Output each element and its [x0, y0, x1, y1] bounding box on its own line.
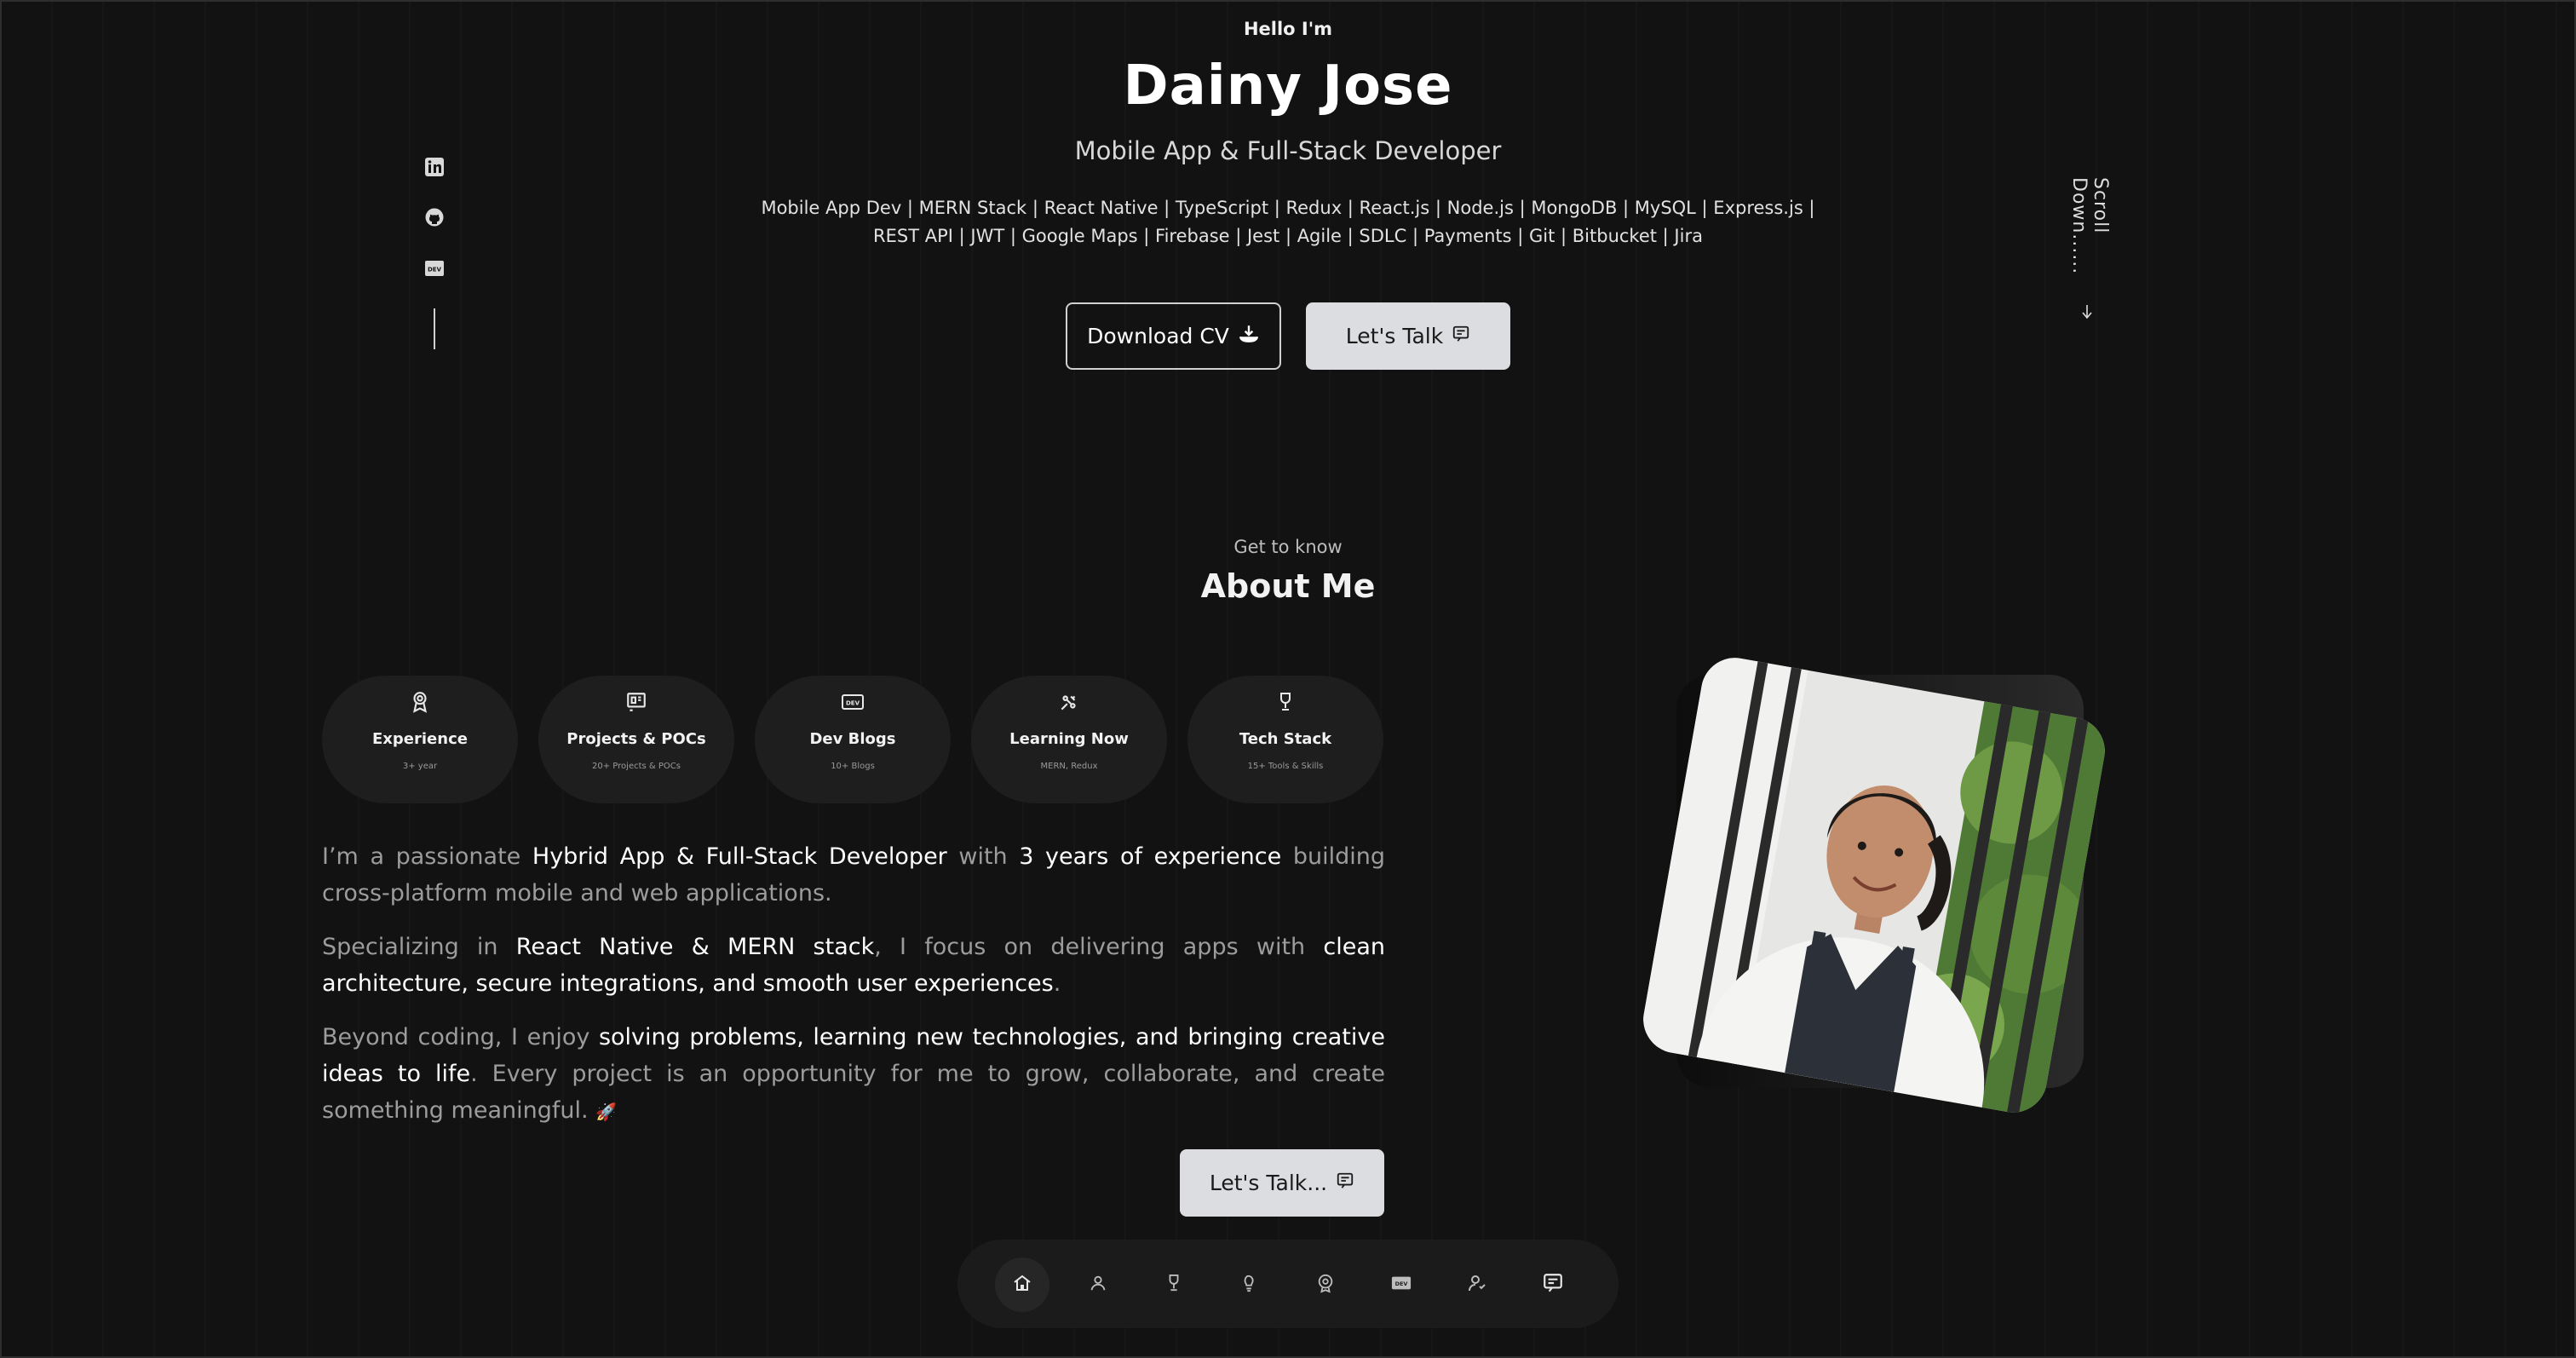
experience-card: Experience 3+ year [322, 676, 518, 803]
dev-icon: DEV [840, 689, 865, 715]
download-cv-label: Download CV [1087, 324, 1229, 348]
about-subtitle: Get to know [1233, 537, 1343, 557]
home-icon [1012, 1273, 1032, 1297]
linkedin-icon [424, 157, 445, 181]
bio-paragraph: Specializing in React Native & MERN stac… [322, 929, 1385, 1002]
contact-user-icon [1467, 1273, 1487, 1297]
dev-icon: DEV [1391, 1274, 1412, 1296]
card-subtitle: 3+ year [402, 762, 438, 771]
lets-talk-about-button[interactable]: Let's Talk... [1180, 1149, 1384, 1217]
bottom-nav: DEV [957, 1240, 1619, 1328]
card-subtitle: MERN, Redux [1040, 762, 1098, 771]
projects-icon [624, 689, 649, 715]
nav-about[interactable] [1071, 1257, 1125, 1312]
github-icon [424, 207, 445, 231]
github-link[interactable] [423, 207, 446, 231]
nav-contact-info[interactable] [1450, 1257, 1504, 1312]
bio-text: Specializing in [322, 934, 516, 960]
learning-icon [1240, 1273, 1259, 1297]
bio-text: Beyond coding, I enjoy [322, 1024, 599, 1050]
tech-stack-card: Tech Stack 15+ Tools & Skills [1187, 676, 1383, 803]
trophy-icon [1273, 689, 1298, 715]
profile-photo [1637, 652, 2111, 1119]
message-icon [1452, 324, 1470, 348]
card-title: Tech Stack [1239, 730, 1332, 748]
card-title: Dev Blogs [809, 730, 896, 748]
about-title: About Me [1200, 567, 1376, 605]
lets-talk-label: Let's Talk [1345, 324, 1444, 348]
hero-name: Dainy Jose [1123, 55, 1453, 118]
lets-talk-label: Let's Talk... [1209, 1171, 1328, 1195]
bio-highlight: Hybrid App & Full-Stack Developer [532, 843, 947, 870]
bio-text: with [946, 843, 1020, 870]
nav-home[interactable] [995, 1257, 1049, 1312]
rocket-icon: 🚀 [595, 1102, 618, 1122]
learning-icon [1056, 689, 1082, 715]
svg-text:DEV: DEV [428, 267, 442, 273]
pointer-down-icon [2077, 303, 2098, 322]
svg-text:DEV: DEV [846, 700, 860, 707]
projects-card: Projects & POCs 20+ Projects & POCs [538, 676, 734, 803]
download-icon [1238, 323, 1260, 350]
bio-paragraph: I’m a passionate Hybrid App & Full-Stack… [322, 838, 1385, 912]
nav-learning[interactable] [1222, 1257, 1277, 1312]
card-subtitle: 20+ Projects & POCs [592, 762, 681, 771]
learning-now-card: Learning Now MERN, Redux [971, 676, 1167, 803]
about-bio: I’m a passionate Hybrid App & Full-Stack… [322, 838, 1385, 1148]
greeting: Hello I'm [1243, 19, 1333, 39]
card-title: Experience [372, 730, 468, 748]
scroll-down-link[interactable]: Scroll Down...... [2068, 177, 2111, 331]
card-title: Projects & POCs [566, 730, 706, 748]
nav-experience[interactable] [1298, 1257, 1353, 1312]
nav-contact[interactable] [1526, 1257, 1580, 1312]
lets-talk-button[interactable]: Let's Talk [1306, 302, 1510, 370]
skills-line-1: Mobile App Dev | MERN Stack | React Nati… [761, 198, 1815, 218]
trophy-icon [1165, 1273, 1182, 1297]
nav-skills[interactable] [1147, 1257, 1201, 1312]
bio-text: , I focus on delivering apps with [874, 934, 1324, 960]
linkedin-link[interactable] [423, 157, 446, 181]
bio-text: . [1053, 970, 1061, 997]
bio-text: . Every project is an opportunity for me… [322, 1061, 1385, 1124]
award-icon [407, 689, 433, 715]
message-icon [1542, 1272, 1564, 1298]
bio-text: I’m a passionate [322, 843, 532, 870]
hero-skills: Mobile App Dev | MERN Stack | React Nati… [0, 194, 2576, 250]
dev-blogs-card: DEV Dev Blogs 10+ Blogs [755, 676, 951, 803]
bio-highlight: React Native & MERN stack [515, 934, 875, 960]
dev-icon: DEV [424, 258, 445, 282]
bio-paragraph: Beyond coding, I enjoy solving problems,… [322, 1019, 1385, 1131]
svg-text:DEV: DEV [1395, 1280, 1408, 1287]
skills-line-2: REST API | JWT | Google Maps | Firebase … [873, 226, 1703, 246]
user-icon [1089, 1274, 1107, 1296]
social-rail-line [434, 308, 435, 349]
bio-highlight: 3 years of experience [1019, 843, 1282, 870]
nav-blogs[interactable]: DEV [1374, 1257, 1429, 1312]
award-icon [1316, 1273, 1335, 1297]
card-subtitle: 15+ Tools & Skills [1247, 762, 1324, 771]
download-cv-button[interactable]: Download CV [1066, 302, 1281, 370]
profile-photo-frame [1637, 652, 2111, 1119]
card-subtitle: 10+ Blogs [831, 762, 875, 771]
card-title: Learning Now [1009, 730, 1129, 748]
hero-role: Mobile App & Full-Stack Developer [1074, 136, 1502, 165]
dev-link[interactable]: DEV [423, 258, 446, 282]
message-icon [1336, 1171, 1354, 1195]
